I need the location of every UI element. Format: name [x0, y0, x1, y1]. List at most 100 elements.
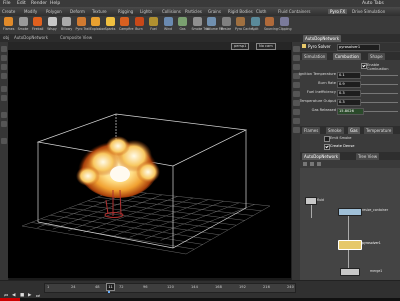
- select-tool-icon[interactable]: [1, 46, 7, 52]
- timeline-ruler[interactable]: 1 24 48 72 96 120 144 168 192 216 240: [44, 283, 296, 293]
- tab-smoke[interactable]: Smoke: [326, 127, 344, 134]
- home-icon[interactable]: [317, 162, 321, 166]
- fuel-inefficiency-field[interactable]: 0.3: [337, 90, 361, 97]
- temperature-output-field[interactable]: 0.3: [337, 99, 361, 106]
- display-option-icon[interactable]: [293, 109, 300, 115]
- node-name-field[interactable]: pyrosolver1: [337, 44, 380, 51]
- forward-icon[interactable]: [310, 162, 314, 166]
- menu-edit[interactable]: Edit: [17, 0, 26, 7]
- tab-temperature[interactable]: Temperature: [364, 127, 394, 134]
- shelf-tool-sparks[interactable]: Sparks: [105, 17, 116, 31]
- tab-autodopnetwork[interactable]: AutoDopNetwork: [303, 35, 342, 42]
- snap-tool-icon[interactable]: [1, 121, 7, 127]
- burn-rate-field[interactable]: 0.9: [337, 81, 361, 88]
- shelf-tab[interactable]: Particles: [185, 9, 202, 14]
- shelf-tool-explosion[interactable]: Explosion: [90, 17, 105, 31]
- shelf-tool-flames[interactable]: Flames: [3, 17, 14, 31]
- shelf-tool-label: Campfire: [119, 27, 134, 31]
- display-option-icon[interactable]: [293, 127, 300, 133]
- tab-flames[interactable]: Flames: [302, 127, 321, 134]
- tab-combustion[interactable]: Combustion: [333, 53, 361, 60]
- shelf-tool-resize[interactable]: Resize: [221, 17, 232, 31]
- shelf-tool-sourcing[interactable]: Sourcing: [264, 17, 278, 31]
- view-mode[interactable]: Composite View: [60, 35, 92, 40]
- shelf-tab[interactable]: Rigid Bodies: [228, 9, 253, 14]
- gas-released-field[interactable]: 15.8026: [337, 108, 364, 115]
- network-editor[interactable]: AutoDopNetwork Tree View fluid resize_co…: [300, 152, 400, 280]
- path-obj[interactable]: obj: [3, 35, 9, 40]
- shelf-tab[interactable]: Deform: [70, 9, 85, 14]
- param-slider[interactable]: [361, 75, 398, 76]
- shelf-tool-smoke-trail[interactable]: Smoke Trail: [192, 17, 210, 31]
- scale-tool-icon[interactable]: [1, 73, 7, 79]
- node-resize-container[interactable]: [338, 208, 362, 216]
- shelf-tab-active[interactable]: Pyro FX: [328, 9, 348, 14]
- param-slider[interactable]: [361, 93, 398, 94]
- shelf-tool-label: Billowy: [61, 27, 73, 31]
- node-label: fluid: [317, 198, 324, 202]
- menu-file[interactable]: File: [3, 0, 11, 7]
- pose-tool-icon[interactable]: [1, 95, 7, 101]
- shelf-tab[interactable]: Texture: [92, 9, 107, 14]
- scene-viewport[interactable]: persp1 No cam: [8, 42, 291, 278]
- shelf-tool-clipping[interactable]: Clipping: [279, 17, 291, 31]
- shelf-tool-icon: [18, 17, 28, 26]
- menu-help[interactable]: Help: [50, 0, 60, 7]
- display-option-icon[interactable]: [293, 118, 300, 124]
- shelf-tool-pyro-cache[interactable]: Pyro Cache: [235, 17, 253, 31]
- shelf-tool-burn[interactable]: Burn: [134, 17, 145, 31]
- param-slider[interactable]: [361, 102, 398, 103]
- current-frame-field[interactable]: 11: [106, 283, 115, 291]
- shelf-tab[interactable]: Collisions: [162, 9, 181, 14]
- rotate-tool-icon[interactable]: [1, 64, 7, 70]
- render-region-icon[interactable]: [1, 138, 7, 144]
- network-toolbar: [300, 160, 400, 168]
- param-slider[interactable]: [364, 111, 398, 112]
- display-option-icon[interactable]: [293, 64, 300, 70]
- node-fluid[interactable]: [305, 197, 317, 205]
- shelf-tab[interactable]: Fluid Containers: [278, 9, 311, 14]
- shelf-tab[interactable]: Polygon: [46, 9, 62, 14]
- shelf-tool-split[interactable]: Split: [250, 17, 261, 31]
- display-menu[interactable]: No cam: [256, 43, 276, 50]
- tab-tree-view[interactable]: Tree View: [356, 153, 380, 160]
- tab-simulation[interactable]: Simulation: [302, 53, 328, 60]
- shelf-tool-pyro-trail[interactable]: Pyro Trail: [76, 17, 90, 31]
- display-option-icon[interactable]: [293, 91, 300, 97]
- handle-tool-icon[interactable]: [1, 86, 7, 92]
- path-dopnet[interactable]: AutoDopNetwork: [14, 35, 48, 40]
- move-tool-icon[interactable]: [1, 55, 7, 61]
- shelf-tab[interactable]: Grains: [208, 9, 221, 14]
- shelf-tab[interactable]: Rigging: [118, 9, 133, 14]
- ignition-temperature-field[interactable]: 0.1: [337, 72, 361, 79]
- shelf-tab[interactable]: Drive Simulation: [352, 9, 385, 14]
- tab-network[interactable]: AutoDopNetwork: [302, 153, 341, 160]
- camera-menu[interactable]: persp1: [231, 43, 250, 50]
- shelf-tool-fireball[interactable]: Fireball: [32, 17, 43, 31]
- shelf-tab[interactable]: Lights: [140, 9, 152, 14]
- shelf-tool-gas[interactable]: Gas: [177, 17, 188, 31]
- tab-gas[interactable]: Gas: [348, 127, 360, 134]
- back-icon[interactable]: [303, 162, 307, 166]
- node-merge[interactable]: [340, 268, 360, 276]
- shelf-tool-billowy[interactable]: Billowy: [61, 17, 72, 31]
- node-pyrosolver[interactable]: [338, 240, 362, 250]
- display-option-icon[interactable]: [293, 46, 300, 52]
- display-option-icon[interactable]: [293, 82, 300, 88]
- shelf-tool-fuel[interactable]: Fuel: [148, 17, 159, 31]
- param-slider[interactable]: [361, 84, 398, 85]
- tab-shape[interactable]: Shape: [368, 53, 385, 60]
- display-option-icon[interactable]: [293, 55, 300, 61]
- shelf-tool-icon: [149, 17, 158, 26]
- menu-render[interactable]: Render: [31, 0, 47, 7]
- shelf-tab[interactable]: Create: [2, 9, 15, 14]
- shelf-tool-wispy[interactable]: Wispy: [47, 17, 58, 31]
- shelf-tab[interactable]: Cloth: [256, 9, 266, 14]
- shelf-tool-volume-fill[interactable]: Volume Fill: [206, 17, 223, 31]
- shelf-tool-campfire[interactable]: Campfire: [119, 17, 134, 31]
- shelf-tab[interactable]: Modify: [24, 9, 37, 14]
- shelf-tool-wind[interactable]: Wind: [163, 17, 174, 31]
- timeline-tick-label: 48: [95, 285, 100, 289]
- view-tool-icon[interactable]: [1, 112, 7, 118]
- shelf-tool-smoke[interactable]: Smoke: [18, 17, 29, 31]
